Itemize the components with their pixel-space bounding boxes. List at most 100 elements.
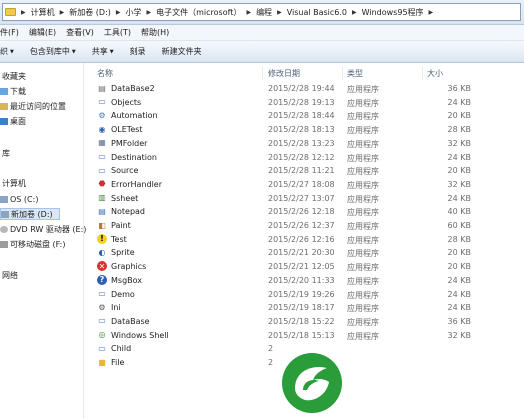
share-button[interactable]: 共享 ▼ (84, 46, 122, 57)
chevron-right-icon[interactable]: ▶ (350, 9, 359, 16)
file-type: 应用程序 (347, 180, 379, 190)
file-date: 2015/2/18 15:22 (268, 316, 335, 326)
menu-tools[interactable]: 工具(T) (99, 27, 136, 38)
burn-button[interactable]: 刻录 (122, 46, 154, 57)
column-type[interactable]: 类型 (347, 68, 363, 79)
crumb-primary-school[interactable]: 小学 (123, 7, 145, 18)
nav-desktop[interactable]: 桌面 (0, 115, 26, 127)
nav-favorites[interactable]: 收藏夹 (2, 70, 26, 82)
organize-button[interactable]: 织 ▼ (0, 46, 22, 57)
file-type: 应用程序 (347, 235, 379, 245)
crumb-windows95[interactable]: Windows95程序 (359, 7, 427, 18)
file-row[interactable]: ✕ Graphics 2015/2/21 12:05 应用程序 20 KB (92, 260, 524, 273)
file-name: DataBase (111, 316, 150, 326)
column-date[interactable]: 修改日期 (268, 68, 300, 79)
nav-dvd-drive[interactable]: DVD RW 驱动器 (E:) (0, 223, 86, 235)
address-breadcrumb[interactable]: ▶ 计算机 ▶ 新加卷 (D:) ▶ 小学 ▶ 电子文件（microsoft） … (2, 3, 521, 21)
column-divider[interactable] (422, 66, 423, 80)
file-name: Test (111, 234, 127, 244)
menu-file[interactable]: 件(F) (0, 27, 24, 38)
dropdown-arrow-icon: ▼ (71, 48, 76, 55)
file-row[interactable]: ▭ Objects 2015/2/28 19:13 应用程序 24 KB (92, 96, 524, 109)
leaf-logo (282, 353, 342, 413)
file-name: Graphics (111, 262, 147, 272)
app-icon: ▭ (98, 97, 106, 107)
nav-network[interactable]: 网络 (2, 269, 18, 281)
file-row[interactable]: ◉ OLETest 2015/2/28 18:13 应用程序 28 KB (92, 123, 524, 136)
chevron-right-icon[interactable]: ▶ (114, 9, 123, 16)
file-row[interactable]: ! Test 2015/2/26 12:16 应用程序 28 KB (92, 233, 524, 246)
menu-view[interactable]: 查看(V) (61, 27, 99, 38)
file-date: 2015/2/28 19:13 (268, 97, 335, 107)
column-divider[interactable] (262, 66, 263, 80)
organize-label: 织 (0, 47, 8, 56)
file-size: 20 KB (447, 111, 471, 121)
nav-new-volume-d[interactable]: 新加卷 (D:) (0, 208, 60, 220)
file-size: 24 KB (447, 193, 471, 203)
column-size[interactable]: 大小 (427, 68, 443, 79)
nav-computer[interactable]: 计算机 (2, 177, 26, 189)
column-name[interactable]: 名称 (97, 68, 113, 79)
file-row[interactable]: ▭ DataBase 2015/2/18 15:22 应用程序 36 KB (92, 315, 524, 328)
chevron-right-icon[interactable]: ▶ (427, 9, 436, 16)
file-row[interactable]: ⬣ ErrorHandler 2015/2/27 18:08 应用程序 32 KB (92, 178, 524, 191)
file-size: 28 KB (447, 234, 471, 244)
file-type: 应用程序 (347, 98, 379, 108)
file-name: Paint (111, 221, 131, 230)
file-row[interactable]: ◐ Sprite 2015/2/21 20:30 应用程序 20 KB (92, 246, 524, 259)
database-icon: ▤ (98, 83, 106, 93)
include-in-library-button[interactable]: 包含到库中 ▼ (22, 46, 84, 57)
file-row[interactable]: ▭ Destination 2015/2/28 12:12 应用程序 24 KB (92, 151, 524, 164)
new-folder-button[interactable]: 新建文件夹 (154, 46, 210, 57)
dvd-drive-icon (0, 225, 8, 233)
file-date: 2015/2/28 18:13 (268, 125, 335, 135)
file-row[interactable]: ▥ Ssheet 2015/2/27 13:07 应用程序 24 KB (92, 192, 524, 205)
nav-libraries[interactable]: 库 (2, 147, 10, 159)
dropdown-arrow-icon: ▼ (10, 48, 14, 55)
nav-os-label: OS (C:) (10, 194, 39, 204)
nav-removable-disk[interactable]: 可移动磁盘 (F:) (0, 238, 65, 250)
menu-help[interactable]: 帮助(H) (136, 27, 174, 38)
file-date: 2015/2/28 13:23 (268, 138, 335, 148)
file-row[interactable]: ▤ Notepad 2015/2/26 12:18 应用程序 40 KB (92, 205, 524, 218)
file-size: 24 KB (447, 289, 471, 299)
file-type: 应用程序 (347, 167, 379, 177)
file-row[interactable]: ⚙ Automation 2015/2/28 18:44 应用程序 20 KB (92, 109, 524, 122)
menu-edit[interactable]: 编辑(E) (24, 27, 61, 38)
chevron-right-icon[interactable]: ▶ (58, 9, 67, 16)
file-row[interactable]: ▤ DataBase2 2015/2/28 19:44 应用程序 36 KB (92, 82, 524, 95)
crumb-vb6[interactable]: Visual Basic6.0 (284, 8, 350, 17)
crumb-computer[interactable]: 计算机 (28, 7, 58, 18)
file-row[interactable]: ? MsgBox 2015/2/20 11:33 应用程序 24 KB (92, 274, 524, 287)
chevron-right-icon[interactable]: ▶ (244, 9, 253, 16)
file-date: 2015/2/27 13:07 (268, 193, 335, 203)
crumb-electronic-files[interactable]: 电子文件（microsoft） (153, 7, 244, 18)
notepad-icon: ▤ (98, 206, 106, 216)
file-name: DataBase2 (111, 84, 155, 93)
file-row[interactable]: ◎ Windows Shell 2015/2/18 15:13 应用程序 32 KB (92, 329, 524, 342)
file-row[interactable]: ▭ Source 2015/2/28 11:21 应用程序 20 KB (92, 164, 524, 177)
column-divider[interactable] (342, 66, 343, 80)
crumb-programming[interactable]: 编程 (253, 7, 275, 18)
nav-downloads[interactable]: 下载 (0, 85, 26, 97)
chevron-right-icon[interactable]: ▶ (19, 9, 28, 16)
nav-os-drive[interactable]: OS (C:) (0, 193, 38, 205)
app-icon: ▭ (98, 289, 106, 298)
app-icon: ▭ (98, 165, 106, 175)
chevron-right-icon[interactable]: ▶ (275, 9, 284, 16)
nav-network-label: 网络 (2, 270, 18, 280)
nav-recent[interactable]: 最近访问的位置 (0, 100, 66, 112)
stop-icon: ⬣ (98, 179, 106, 189)
file-size: 36 KB (447, 316, 471, 326)
file-row[interactable]: ▭ Demo 2015/2/19 19:26 应用程序 24 KB (92, 288, 524, 301)
chevron-right-icon[interactable]: ▶ (145, 9, 154, 16)
file-row[interactable]: ▦ PMFolder 2015/2/28 13:23 应用程序 32 KB (92, 137, 524, 150)
file-type: 应用程序 (347, 222, 379, 231)
info-icon: ? (97, 274, 107, 285)
crumb-drive-d[interactable]: 新加卷 (D:) (66, 7, 114, 18)
file-date: 2015/2/21 12:05 (268, 262, 335, 272)
file-size: 24 KB (447, 97, 471, 107)
file-row[interactable]: ⚙ Ini 2015/2/19 18:17 应用程序 24 KB (92, 301, 524, 314)
file-row[interactable]: ◧ Paint 2015/2/26 12:37 应用程序 60 KB (92, 219, 524, 232)
file-date: 2015/2/19 18:17 (268, 303, 335, 313)
